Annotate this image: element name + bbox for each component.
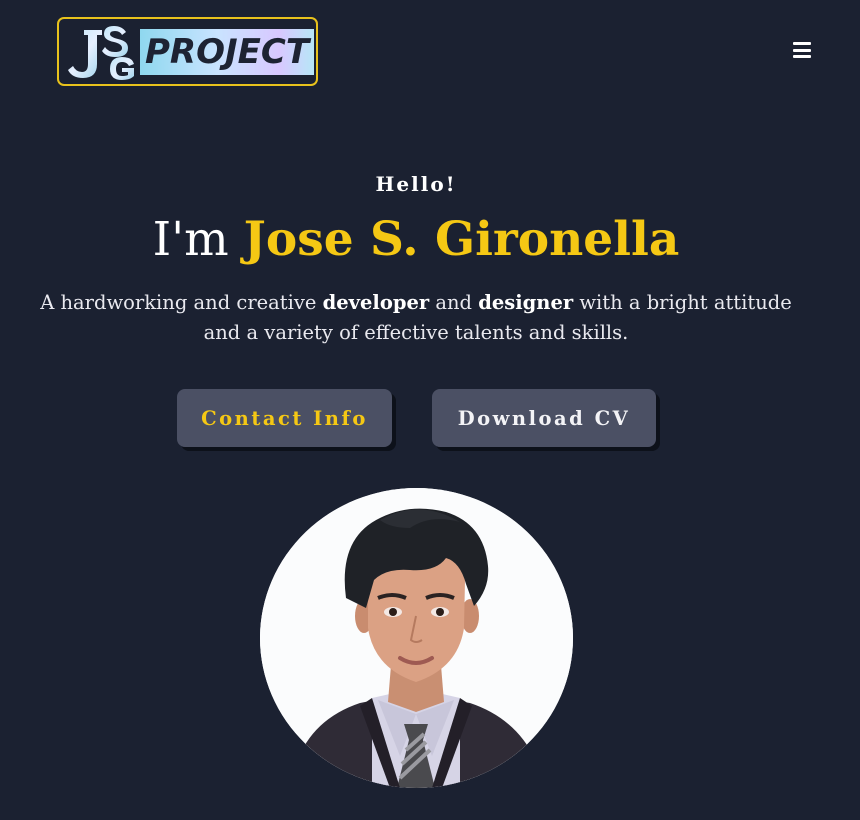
tagline-part: A hardworking and creative: [40, 291, 323, 314]
download-cv-button[interactable]: Download CV: [432, 389, 656, 447]
hamburger-line: [793, 42, 811, 45]
hero-name: Jose S. Gironella: [243, 212, 680, 267]
hamburger-line: [793, 48, 811, 52]
contact-info-button[interactable]: Contact Info: [177, 389, 392, 447]
tagline-designer: designer: [478, 291, 574, 314]
hero-headline: I'm Jose S. Gironella: [0, 209, 832, 271]
tagline-part: and: [429, 291, 479, 314]
logo-wordmark: PROJECT: [139, 27, 315, 76]
tagline-developer: developer: [322, 291, 430, 314]
page: PROJECT Hello! I'm Jose S. Gironella A h…: [0, 0, 860, 820]
headline-prefix: I'm: [152, 212, 244, 267]
hero-tagline: A hardworking and creative developer and…: [30, 288, 802, 348]
logo-monogram: [64, 22, 138, 82]
greeting-text: Hello!: [375, 172, 457, 196]
hamburger-line: [793, 55, 811, 58]
hamburger-icon[interactable]: [791, 42, 813, 60]
profile-photo: [260, 488, 573, 788]
site-logo[interactable]: PROJECT: [57, 17, 318, 86]
